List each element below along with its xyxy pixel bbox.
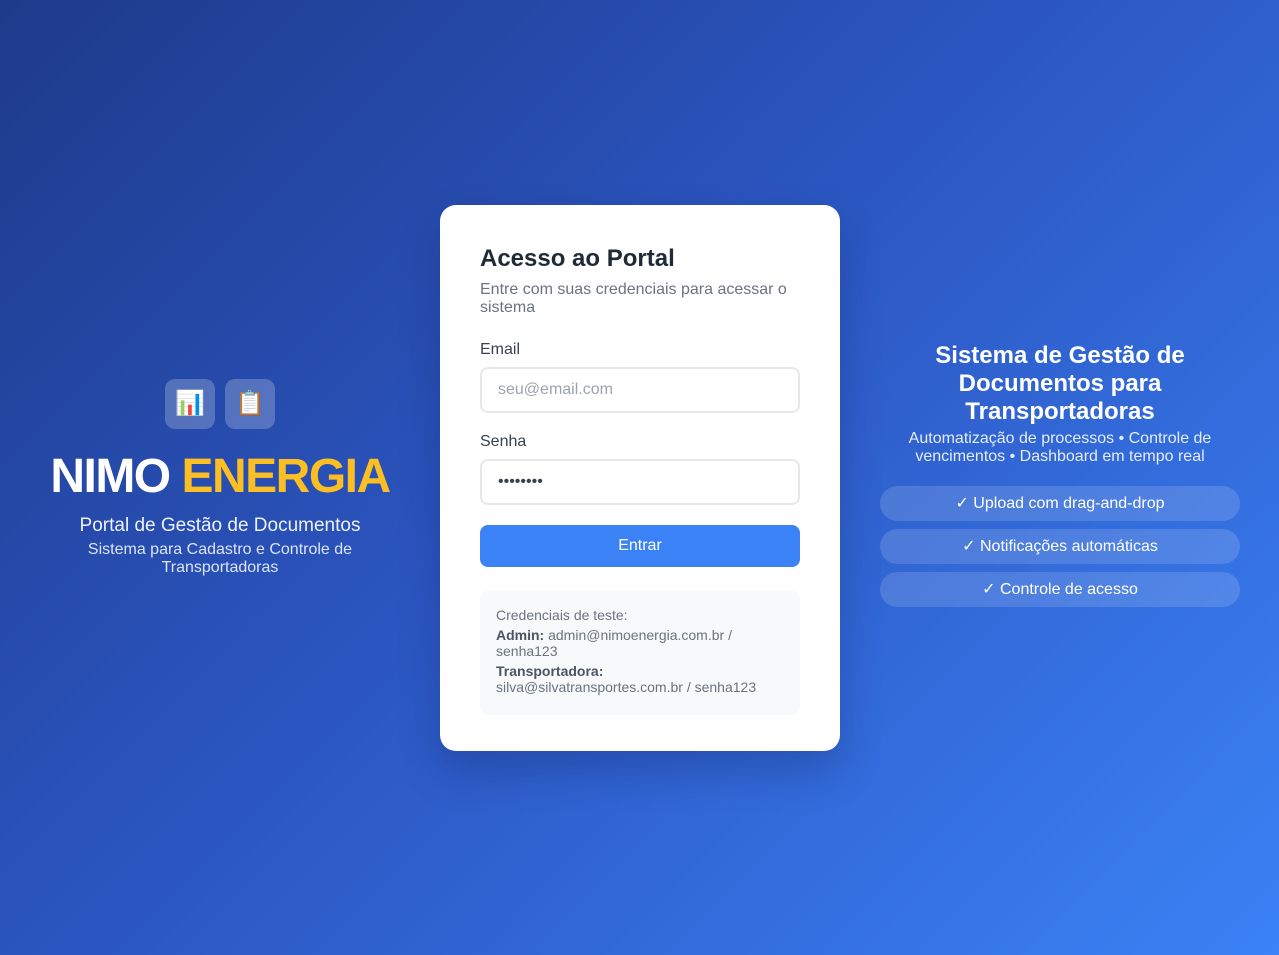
carrier-credentials-label: Transportadora: bbox=[496, 663, 604, 679]
password-label: Senha bbox=[480, 433, 527, 450]
login-title: Acesso ao Portal bbox=[480, 245, 675, 272]
feature-item-upload: ✓ Upload com drag-and-drop bbox=[880, 486, 1240, 521]
login-subtitle: Entre com suas credenciais para acessar … bbox=[480, 281, 787, 316]
feature-item-notifications: ✓ Notificações automáticas bbox=[880, 529, 1240, 564]
login-card: Acesso ao Portal Entre com suas credenci… bbox=[440, 205, 840, 751]
info-panel: Sistema de Gestão de Documentos para Tra… bbox=[880, 342, 1240, 607]
test-credentials-box: Credenciais de teste: Admin: admin@nimoe… bbox=[480, 591, 800, 715]
password-field[interactable] bbox=[480, 459, 800, 505]
feature-list: ✓ Upload com drag-and-drop ✓ Notificaçõe… bbox=[880, 486, 1240, 607]
info-subtitle: Automatização de processos • Controle de… bbox=[908, 430, 1212, 465]
brand-title-accent: ENERGIA bbox=[181, 450, 391, 503]
login-button[interactable]: Entrar bbox=[480, 525, 800, 567]
brand-logo-title: NIMO ENERGIA bbox=[20, 449, 420, 505]
brand-description: Sistema para Cadastro e Controle de Tran… bbox=[87, 541, 353, 576]
admin-credentials: Admin: admin@nimoenergia.com.br / senha1… bbox=[496, 627, 784, 659]
carrier-credentials: Transportadora: silva@silvatransportes.c… bbox=[496, 663, 784, 695]
brand-subtitle: Portal de Gestão de Documentos bbox=[79, 515, 361, 536]
brand-panel: 📊 📋 NIMO ENERGIA Portal de Gestão de Doc… bbox=[20, 379, 420, 577]
email-label: Email bbox=[480, 341, 521, 358]
admin-credentials-label: Admin: bbox=[496, 627, 545, 643]
info-title: Sistema de Gestão de Documentos para Tra… bbox=[935, 342, 1185, 425]
carrier-credentials-value: silva@silvatransportes.com.br / senha123 bbox=[496, 679, 757, 695]
email-field[interactable] bbox=[480, 367, 800, 413]
clipboard-icon: 📋 bbox=[225, 379, 275, 429]
brand-icons: 📊 📋 bbox=[20, 379, 420, 429]
test-credentials-title: Credenciais de teste: bbox=[496, 607, 628, 623]
bar-chart-icon: 📊 bbox=[165, 379, 215, 429]
feature-item-access-control: ✓ Controle de acesso bbox=[880, 572, 1240, 607]
brand-title-primary: NIMO bbox=[50, 450, 182, 503]
